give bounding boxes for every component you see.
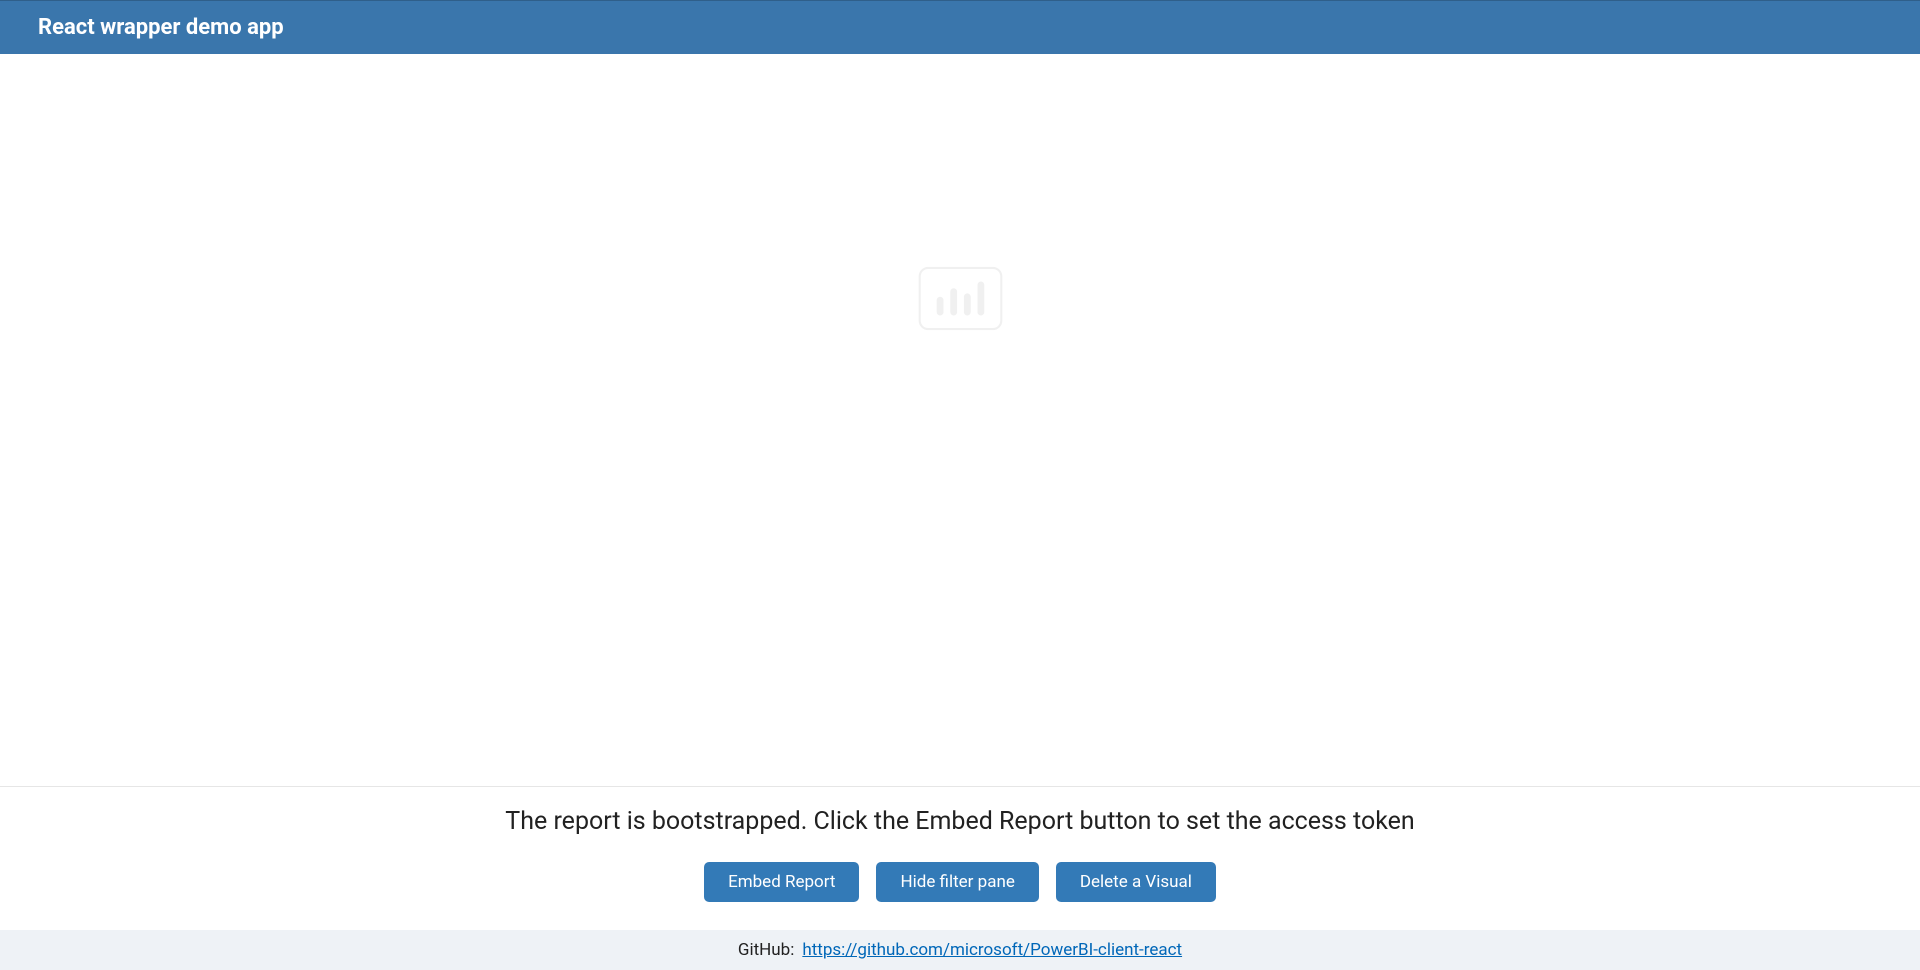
report-embed-container: [0, 54, 1920, 787]
app-title: React wrapper demo app: [38, 15, 284, 40]
status-message: The report is bootstrapped. Click the Em…: [505, 807, 1414, 836]
footer-label: GitHub:: [738, 940, 794, 960]
status-section: The report is bootstrapped. Click the Em…: [0, 787, 1920, 930]
embed-report-button[interactable]: Embed Report: [704, 862, 859, 902]
action-button-row: Embed Report Hide filter pane Delete a V…: [704, 862, 1216, 902]
app-header: React wrapper demo app: [0, 0, 1920, 54]
delete-visual-button[interactable]: Delete a Visual: [1056, 862, 1216, 902]
hide-filter-pane-button[interactable]: Hide filter pane: [876, 862, 1038, 902]
github-link[interactable]: https://github.com/microsoft/PowerBI-cli…: [802, 940, 1182, 960]
powerbi-logo-icon: [918, 266, 1003, 335]
footer: GitHub: https://github.com/microsoft/Pow…: [0, 930, 1920, 970]
